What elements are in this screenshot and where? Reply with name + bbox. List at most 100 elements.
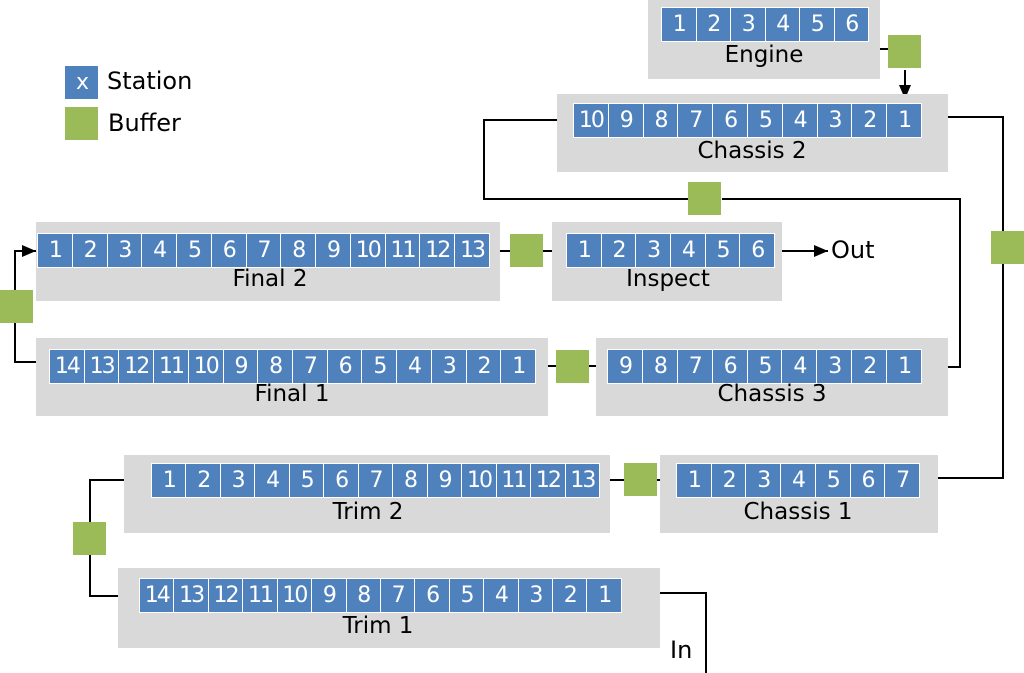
chassis2-station-cell: 6: [713, 104, 747, 137]
chassis1-station-cell: 2: [711, 464, 746, 497]
final2-station-cell: 3: [107, 234, 142, 267]
buffer-final2-inspect: [510, 234, 543, 267]
chassis3-station-cell: 8: [642, 350, 677, 383]
final1-station-cell: 11: [154, 350, 188, 383]
trim1-station-cell: 6: [415, 579, 449, 612]
trim2-station-cell: 2: [186, 464, 220, 497]
final1-station-cell: 9: [223, 350, 258, 383]
chassis2-station-cell: 10: [574, 104, 608, 137]
chassis1-station-cell: 5: [815, 464, 850, 497]
trim2-station-cell: 9: [427, 464, 462, 497]
final2-station-cell: 8: [281, 234, 316, 267]
trim1-station-cell: 5: [449, 579, 484, 612]
legend-station-marker: x: [65, 66, 98, 99]
buffer-trim2-chassis1: [624, 463, 657, 496]
trim2-station-cell: 4: [255, 464, 289, 497]
trim1-station-cell: 11: [243, 579, 277, 612]
final1-station-cell: 8: [258, 350, 293, 383]
trim1-station-cell: 12: [208, 579, 243, 612]
trim1-station-cell: 2: [553, 579, 587, 612]
final2-stations: 1 2 3 4 5 6 7 8 9 10 11 12 13: [37, 233, 490, 268]
final2-station-cell: 10: [350, 234, 385, 267]
trim1-station-cell: 4: [484, 579, 518, 612]
final2-station-cell: 6: [211, 234, 246, 267]
chassis2-station-cell: 4: [782, 104, 817, 137]
chassis1-label: Chassis 1: [743, 499, 853, 525]
chassis2-label: Chassis 2: [697, 138, 807, 164]
out-label: Out: [831, 236, 875, 264]
buffer-chassis3-final1: [556, 350, 589, 383]
trim2-label: Trim 2: [332, 499, 404, 525]
inspect-stations: 123456: [566, 233, 775, 268]
chassis3-label: Chassis 3: [717, 381, 827, 407]
chassis3-station-cell: 2: [852, 350, 887, 383]
chassis2-station-cell: 8: [643, 104, 678, 137]
trim2-stations: 1 2 3 4 5 6 7 8 9 10 11 12 13: [151, 463, 600, 498]
buffer-engine: [888, 35, 921, 68]
chassis2-station-cell: 3: [817, 104, 852, 137]
trim1-station-cell: 13: [174, 579, 208, 612]
final2-station-cell: 4: [142, 234, 177, 267]
assembly-line-diagram: x Station Buffer 123456 Engine 10 9 8 7 6 5 4 3…: [0, 0, 1024, 673]
trim2-station-cell: 13: [565, 464, 600, 497]
final1-station-cell: 10: [188, 350, 223, 383]
chassis3-station-cell: 4: [782, 350, 817, 383]
trim1-label: Trim 1: [342, 613, 414, 639]
engine-station-cell: 2: [696, 8, 730, 41]
trim1-station-cell: 3: [518, 579, 553, 612]
final1-stations: 14 13 12 11 10 9 8 7 6 5 4 3 2 1: [49, 349, 536, 384]
buffer-final1-final2: [0, 290, 33, 323]
trim1-station-cell: 1: [587, 579, 621, 612]
engine-station-cell: 5: [800, 8, 834, 41]
final1-station-cell: 14: [50, 350, 84, 383]
final1-station-cell: 12: [119, 350, 154, 383]
engine-station-cell: 6: [834, 8, 868, 41]
final1-station-cell: 7: [293, 350, 327, 383]
chassis1-station-cell: 7: [885, 464, 920, 497]
legend-station-label: Station: [107, 67, 193, 95]
final2-station-cell: 2: [72, 234, 107, 267]
trim2-station-cell: 5: [289, 464, 324, 497]
trim1-station-cell: 14: [140, 579, 174, 612]
chassis3-stations: 987654321: [607, 349, 922, 384]
chassis2-station-cell: 1: [887, 104, 921, 137]
buffer-chassis1-chassis2: [991, 231, 1024, 264]
final2-station-cell: 11: [385, 234, 420, 267]
chassis2-station-cell: 2: [852, 104, 887, 137]
final1-station-cell: 3: [431, 350, 466, 383]
engine-station-cell: 3: [731, 8, 765, 41]
chassis2-station-cell: 7: [678, 104, 713, 137]
inspect-station-cell: 6: [740, 234, 775, 267]
trim2-station-cell: 6: [324, 464, 358, 497]
chassis3-station-cell: 5: [747, 350, 782, 383]
final2-label: Final 2: [232, 266, 308, 292]
final1-label: Final 1: [254, 381, 330, 407]
chassis1-station-cell: 1: [677, 464, 711, 497]
legend-station-swatch: x: [64, 65, 99, 100]
trim2-station-cell: 12: [531, 464, 565, 497]
trim1-station-cell: 10: [277, 579, 312, 612]
trim1-station-cell: 8: [346, 579, 380, 612]
in-label: In: [670, 636, 693, 664]
inspect-station-cell: 2: [601, 234, 636, 267]
final1-station-cell: 1: [501, 350, 536, 383]
engine-label: Engine: [724, 42, 804, 68]
engine-station-cell: 1: [662, 8, 696, 41]
final2-station-cell: 12: [420, 234, 455, 267]
chassis3-station-cell: 6: [712, 350, 747, 383]
buffer-trim1-trim2: [73, 522, 106, 555]
chassis1-station-cell: 4: [781, 464, 815, 497]
trim1-stations: 14 13 12 11 10 9 8 7 6 5 4 3 2 1: [139, 578, 622, 613]
trim2-station-cell: 7: [358, 464, 393, 497]
inspect-station-cell: 4: [671, 234, 705, 267]
final2-station-cell: 9: [316, 234, 350, 267]
legend-buffer-swatch: [65, 107, 98, 140]
trim1-station-cell: 7: [380, 579, 415, 612]
inspect-label: Inspect: [626, 266, 710, 292]
final2-station-cell: 5: [177, 234, 211, 267]
chassis1-station-cell: 3: [746, 464, 781, 497]
buffer-chassis2-chassis3: [688, 182, 721, 215]
chassis2-stations: 10 9 8 7 6 5 4 3 2 1: [573, 103, 922, 138]
final2-station-cell: 1: [38, 234, 72, 267]
chassis3-station-cell: 9: [608, 350, 642, 383]
